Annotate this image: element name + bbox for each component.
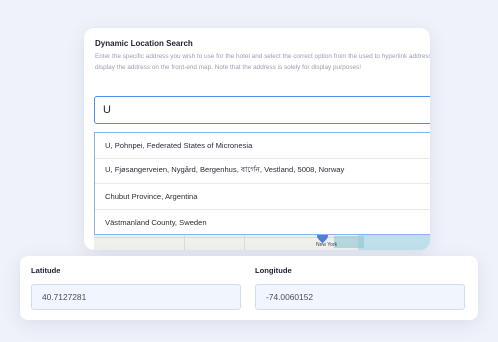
suggestions-dropdown: U, Pohnpei, Federated States of Micrones…: [94, 132, 430, 235]
search-description: Enter the specific address you wish to u…: [95, 53, 430, 71]
suggestion-item[interactable]: U, Fjøsangerveien, Nygård, Bergenhus, বা…: [95, 159, 430, 184]
search-title: Dynamic Location Search: [95, 39, 193, 48]
longitude-label: Longitude: [255, 266, 292, 275]
location-search-input[interactable]: [94, 96, 430, 124]
coordinates-card: Latitude 40.7127281 Longitude -74.006015…: [20, 256, 478, 320]
suggestion-item[interactable]: Chubut Province, Argentina: [95, 184, 430, 210]
map-water: [334, 236, 364, 248]
map-city-label: New York: [316, 242, 338, 248]
latitude-label: Latitude: [31, 266, 61, 275]
suggestion-item[interactable]: U, Pohnpei, Federated States of Micrones…: [95, 133, 430, 159]
longitude-field[interactable]: -74.0060152: [255, 284, 465, 310]
latitude-field[interactable]: 40.7127281: [31, 284, 241, 310]
suggestion-item[interactable]: Västmanland County, Sweden: [95, 210, 430, 236]
